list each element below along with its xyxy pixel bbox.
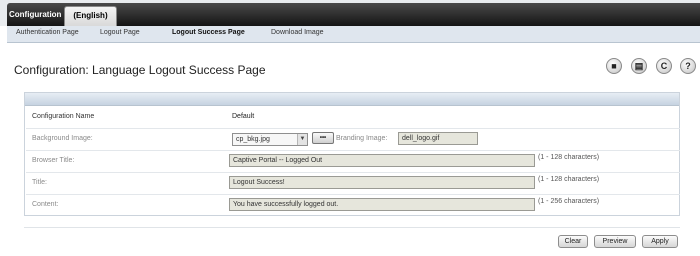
browser-title-input[interactable]: Captive Portal -- Logged Out	[229, 154, 535, 167]
title-hint: (1 - 128 characters)	[538, 176, 600, 183]
background-image-label: Background Image:	[32, 135, 93, 142]
subnav-logout-page[interactable]: Logout Page	[100, 29, 140, 36]
content-label: Content:	[32, 201, 59, 208]
print-icon[interactable]: ▤	[631, 58, 647, 74]
top-tab-bar: Configuration (English)	[0, 0, 700, 26]
content-row: Content: You have successfully logged ou…	[26, 195, 680, 217]
apply-button[interactable]: Apply	[642, 235, 678, 248]
clear-button[interactable]: Clear	[558, 235, 588, 248]
refresh-icon[interactable]: C	[656, 58, 672, 74]
background-image-row: Background Image: cp_bkg.jpg ▼ ••• Brand…	[26, 129, 680, 151]
branding-image-label: Branding Image:	[336, 135, 388, 142]
browser-title-row: Browser Title: Captive Portal -- Logged …	[26, 151, 680, 173]
save-icon[interactable]: ■	[606, 58, 622, 74]
title-input[interactable]: Logout Success!	[229, 176, 535, 189]
preview-button[interactable]: Preview	[594, 235, 636, 248]
title-row: Title: Logout Success! (1 - 128 characte…	[26, 173, 680, 195]
content-input[interactable]: You have successfully logged out.	[229, 198, 535, 211]
tab-english[interactable]: (English)	[64, 6, 117, 26]
button-separator	[24, 227, 680, 228]
chevron-down-icon: ▼	[297, 134, 307, 145]
subnav-authentication-page[interactable]: Authentication Page	[16, 29, 79, 36]
browser-title-label: Browser Title:	[32, 157, 75, 164]
branding-image-field[interactable]: dell_logo.gif	[398, 132, 478, 145]
config-name-row: Configuration Name Default	[26, 107, 680, 129]
form-panel: Configuration Name Default Background Im…	[24, 92, 680, 216]
panel-header	[25, 93, 679, 106]
browse-image-button[interactable]: •••	[312, 132, 334, 144]
subnav-logout-success-page[interactable]: Logout Success Page	[172, 29, 245, 36]
tab-configuration[interactable]: Configuration	[9, 6, 61, 26]
sub-navigation: Authentication Page Logout Page Logout S…	[7, 26, 700, 43]
browser-title-hint: (1 - 128 characters)	[538, 154, 600, 161]
subnav-download-image[interactable]: Download Image	[271, 29, 324, 36]
title-label: Title:	[32, 179, 47, 186]
background-image-selected: cp_bkg.jpg	[236, 136, 270, 143]
config-name-label: Configuration Name	[32, 113, 95, 120]
help-icon[interactable]: ?	[680, 58, 696, 74]
config-name-value: Default	[232, 113, 255, 120]
background-image-select[interactable]: cp_bkg.jpg ▼	[232, 133, 308, 146]
page-title: Configuration: Language Logout Success P…	[14, 63, 266, 77]
content-hint: (1 - 256 characters)	[538, 198, 600, 205]
